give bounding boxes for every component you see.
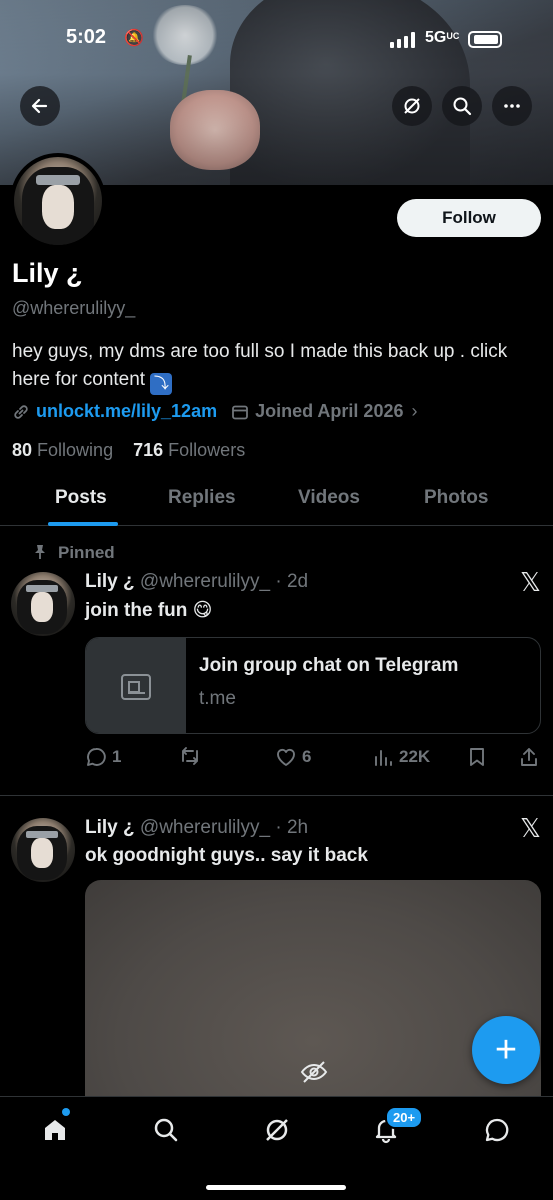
link-card[interactable]: Join group chat on Telegram t.me (85, 637, 541, 734)
like-button[interactable]: 6 (275, 746, 311, 768)
retweet-button[interactable] (178, 746, 202, 768)
pin-icon (35, 545, 45, 559)
profile-display-name: Lily ¿ (12, 258, 83, 288)
card-thumbnail (86, 638, 186, 733)
calendar-icon (232, 405, 248, 419)
status-bar: 5:02 🔕 5GUC (0, 26, 553, 56)
status-time: 5:02 (66, 26, 107, 48)
following-label: Following (37, 440, 114, 460)
like-count: 6 (302, 747, 312, 766)
views-button[interactable]: 22K (372, 746, 430, 768)
follow-button[interactable]: Follow (397, 199, 541, 237)
post-header: Lily ¿ @whererulilyy_ · 2h (85, 817, 308, 839)
grok-button[interactable] (392, 86, 432, 126)
eye-off-icon (300, 1061, 328, 1083)
post-header: Lily ¿ @whererulilyy_ · 2d (85, 571, 308, 593)
following-count: 80 (12, 440, 33, 460)
post-author-name[interactable]: Lily ¿ (85, 817, 135, 838)
avatar-headband (36, 175, 80, 185)
post-avatar[interactable] (11, 572, 75, 636)
search-icon (154, 1118, 178, 1142)
home-indicator (206, 1185, 346, 1190)
grok-tab[interactable] (260, 1113, 294, 1147)
chevron-right-icon[interactable]: › (411, 401, 417, 422)
hidden-media-icon[interactable] (300, 1060, 328, 1084)
avatar-headband (26, 585, 58, 592)
avatar-face (31, 838, 53, 868)
back-button[interactable] (20, 86, 60, 126)
post-handle-time: @whererulilyy_ · 2h (139, 817, 309, 838)
tab-videos[interactable]: Videos (298, 487, 360, 509)
link-icon (14, 404, 28, 419)
network-suffix: UC (446, 31, 460, 41)
avatar-face (42, 185, 74, 229)
messages-tab[interactable] (480, 1113, 514, 1147)
arrow-down-emoji-icon: ⤵ (150, 373, 173, 395)
share-icon (521, 748, 537, 766)
followers-label: Followers (168, 440, 246, 460)
active-tab-indicator (48, 522, 118, 526)
tab-posts[interactable]: Posts (55, 487, 107, 509)
more-button[interactable] (492, 86, 532, 126)
search-tab[interactable] (149, 1113, 183, 1147)
retweet-icon (182, 747, 198, 765)
tab-photos[interactable]: Photos (424, 487, 488, 509)
avatar-headband (26, 831, 58, 838)
reply-icon (87, 748, 106, 766)
profile-link[interactable]: unlockt.me/lily_12am (36, 401, 217, 422)
profile-bio: hey guys, my dms are too full so I made … (12, 338, 532, 395)
views-icon (375, 750, 392, 766)
search-button[interactable] (442, 86, 482, 126)
profile-avatar[interactable] (10, 153, 106, 249)
profile-tabs: Posts Replies Videos Photos (0, 478, 553, 526)
tab-replies[interactable]: Replies (168, 487, 236, 509)
profile-counts: 80 Following 716 Followers (12, 440, 245, 461)
grok-icon (266, 1119, 288, 1141)
following-link[interactable]: 80 Following (12, 440, 113, 460)
avatar-face (31, 592, 53, 622)
article-icon (121, 673, 151, 700)
followers-count: 716 (133, 440, 164, 460)
notifications-badge: 20+ (385, 1106, 424, 1129)
bookmark-button[interactable] (467, 746, 487, 768)
profile-handle: @whererulilyy_ (12, 298, 136, 318)
signal-icon (390, 32, 416, 48)
views-count: 22K (399, 747, 431, 766)
share-button[interactable] (518, 746, 540, 768)
post-text: join the fun 😋 (85, 600, 213, 621)
home-icon (45, 1120, 65, 1140)
bookmark-icon (470, 748, 484, 766)
pinned-text: Pinned (58, 543, 115, 562)
search-icon (453, 97, 472, 116)
more-horizontal-icon (504, 104, 520, 108)
heart-icon (277, 748, 295, 766)
post-avatar[interactable] (11, 818, 75, 882)
post-actions: 1 6 22K (85, 746, 541, 772)
network-label: 5GUC (425, 29, 459, 47)
network-type: 5G (425, 29, 447, 46)
reply-button[interactable]: 1 (85, 746, 121, 768)
post-author-name[interactable]: Lily ¿ (85, 571, 135, 592)
bio-text: hey guys, my dms are too full so I made … (12, 341, 508, 390)
arrow-left-icon (31, 98, 48, 114)
home-tab[interactable] (38, 1113, 72, 1147)
chat-bubble-icon (485, 1118, 509, 1142)
home-unread-dot (62, 1108, 70, 1116)
x-logo-icon: 𝕏 (520, 813, 541, 843)
reply-count: 1 (112, 747, 122, 766)
card-title: Join group chat on Telegram (199, 655, 459, 676)
x-logo-icon: 𝕏 (520, 567, 541, 597)
post-handle-time: @whererulilyy_ · 2d (139, 571, 309, 592)
followers-link[interactable]: 716 Followers (133, 440, 245, 460)
battery-icon (468, 31, 502, 48)
post-divider (0, 795, 553, 796)
silent-bell-icon: 🔕 (124, 30, 144, 47)
profile-meta: unlockt.me/lily_12am Joined April 2026 › (12, 401, 417, 422)
compose-button[interactable]: + (472, 1016, 540, 1084)
profile-joined: Joined April 2026 (255, 401, 404, 421)
grok-icon (404, 98, 420, 114)
card-domain: t.me (199, 688, 236, 709)
post-text: ok goodnight guys.. say it back (85, 845, 368, 866)
pinned-label: Pinned (35, 543, 115, 563)
